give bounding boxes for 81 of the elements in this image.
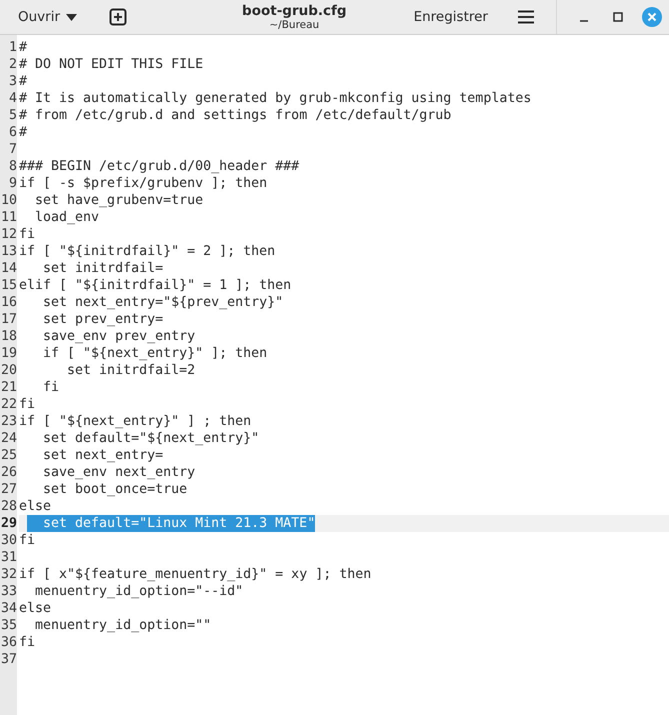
line-number: 4 (8, 90, 17, 107)
close-icon (642, 7, 662, 27)
line-number: 12 (0, 226, 17, 243)
code-line: # (19, 39, 28, 56)
code-line: # (19, 124, 28, 141)
line-number: 31 (0, 549, 17, 566)
code-line: save_env next_entry (42, 464, 196, 481)
line-number: 17 (0, 311, 17, 328)
code-line: # from /etc/grub.d and settings from /etc/default/grub (19, 107, 452, 124)
line-number: 1 (8, 39, 17, 56)
code-line: fi (19, 532, 36, 549)
line-number: 21 (0, 379, 17, 396)
code-line: load_env (34, 209, 100, 226)
code-line: save_env prev_entry (42, 328, 196, 345)
code-line: if [ -s $prefix/grubenv ]; then (19, 175, 268, 192)
line-number: 26 (0, 464, 17, 481)
code-line: menuentry_id_option="--id" (34, 583, 244, 600)
menu-icon (518, 10, 534, 24)
line-number: 2 (8, 56, 17, 73)
line-number: 3 (8, 73, 17, 90)
line-number: 36 (0, 634, 17, 651)
code-line: else (19, 600, 52, 617)
line-number: 7 (8, 141, 17, 158)
maximize-icon (612, 12, 623, 22)
window-title: boot-grub.cfg (242, 2, 347, 18)
code-line: set initrdfail=2 (66, 362, 196, 379)
line-number: 29 (0, 515, 17, 532)
code-line: fi (19, 226, 36, 243)
line-number: 5 (8, 107, 17, 124)
code-line: set have_grubenv=true (34, 192, 204, 209)
code-line: set prev_entry= (42, 311, 164, 328)
code-line: set next_entry="${prev_entry}" (42, 294, 284, 311)
minimize-icon (580, 20, 588, 22)
code-line: menuentry_id_option="" (34, 617, 212, 634)
line-number: 33 (0, 583, 17, 600)
line-number: 25 (0, 447, 17, 464)
code-line: if [ "${next_entry}" ]; then (42, 345, 268, 362)
line-number: 22 (0, 396, 17, 413)
line-number: 9 (8, 175, 17, 192)
code-line: set initrdfail= (42, 260, 164, 277)
line-number: 14 (0, 260, 17, 277)
save-button[interactable]: Enregistrer (404, 5, 498, 29)
code-line: set next_entry= (42, 447, 164, 464)
line-number: 10 (0, 192, 17, 209)
code-line: set boot_once=true (42, 481, 188, 498)
line-number: 24 (0, 430, 17, 447)
code-line: set default="${next_entry}" (42, 430, 260, 447)
line-number: 28 (0, 498, 17, 515)
line-number: 20 (0, 362, 17, 379)
line-number: 15 (0, 277, 17, 294)
file-path: ~/Bureau (269, 18, 320, 32)
line-number: 30 (0, 532, 17, 549)
line-number: 18 (0, 328, 17, 345)
code-line: ### BEGIN /etc/grub.d/00_header ### (19, 158, 300, 175)
line-number: 23 (0, 413, 17, 430)
line-number: 13 (0, 243, 17, 260)
selected-code: set default="Linux Mint 21.3 MATE" (27, 515, 316, 532)
line-number: 19 (0, 345, 17, 362)
line-number: 32 (0, 566, 17, 583)
open-button[interactable]: Ouvrir (8, 5, 88, 29)
code-line: fi (19, 634, 36, 651)
line-number: 8 (8, 158, 17, 175)
line-number: 27 (0, 481, 17, 498)
code-line: else (19, 498, 52, 515)
line-number: 34 (0, 600, 17, 617)
code-line: # It is automatically generated by grub-mkconfig using templates (19, 90, 532, 107)
line-number: 6 (8, 124, 17, 141)
code-line: if [ "${next_entry}" ] ; then (19, 413, 252, 430)
code-line: # (19, 73, 28, 90)
line-number: 16 (0, 294, 17, 311)
code-line: elif [ "${initrdfail}" = 1 ]; then (19, 277, 292, 294)
code-line: fi (42, 379, 60, 396)
caret-icon (66, 14, 78, 20)
code-line: if [ x"${feature_menuentry_id}" = xy ]; then (19, 566, 372, 583)
line-number: 35 (0, 617, 17, 634)
plus-square-icon (109, 8, 128, 26)
line-number: 37 (0, 651, 17, 668)
code-line: fi (19, 396, 36, 413)
code-line: # DO NOT EDIT THIS FILE (19, 56, 204, 73)
line-number: 11 (0, 209, 17, 226)
code-line: if [ "${initrdfail}" = 2 ]; then (19, 243, 276, 260)
